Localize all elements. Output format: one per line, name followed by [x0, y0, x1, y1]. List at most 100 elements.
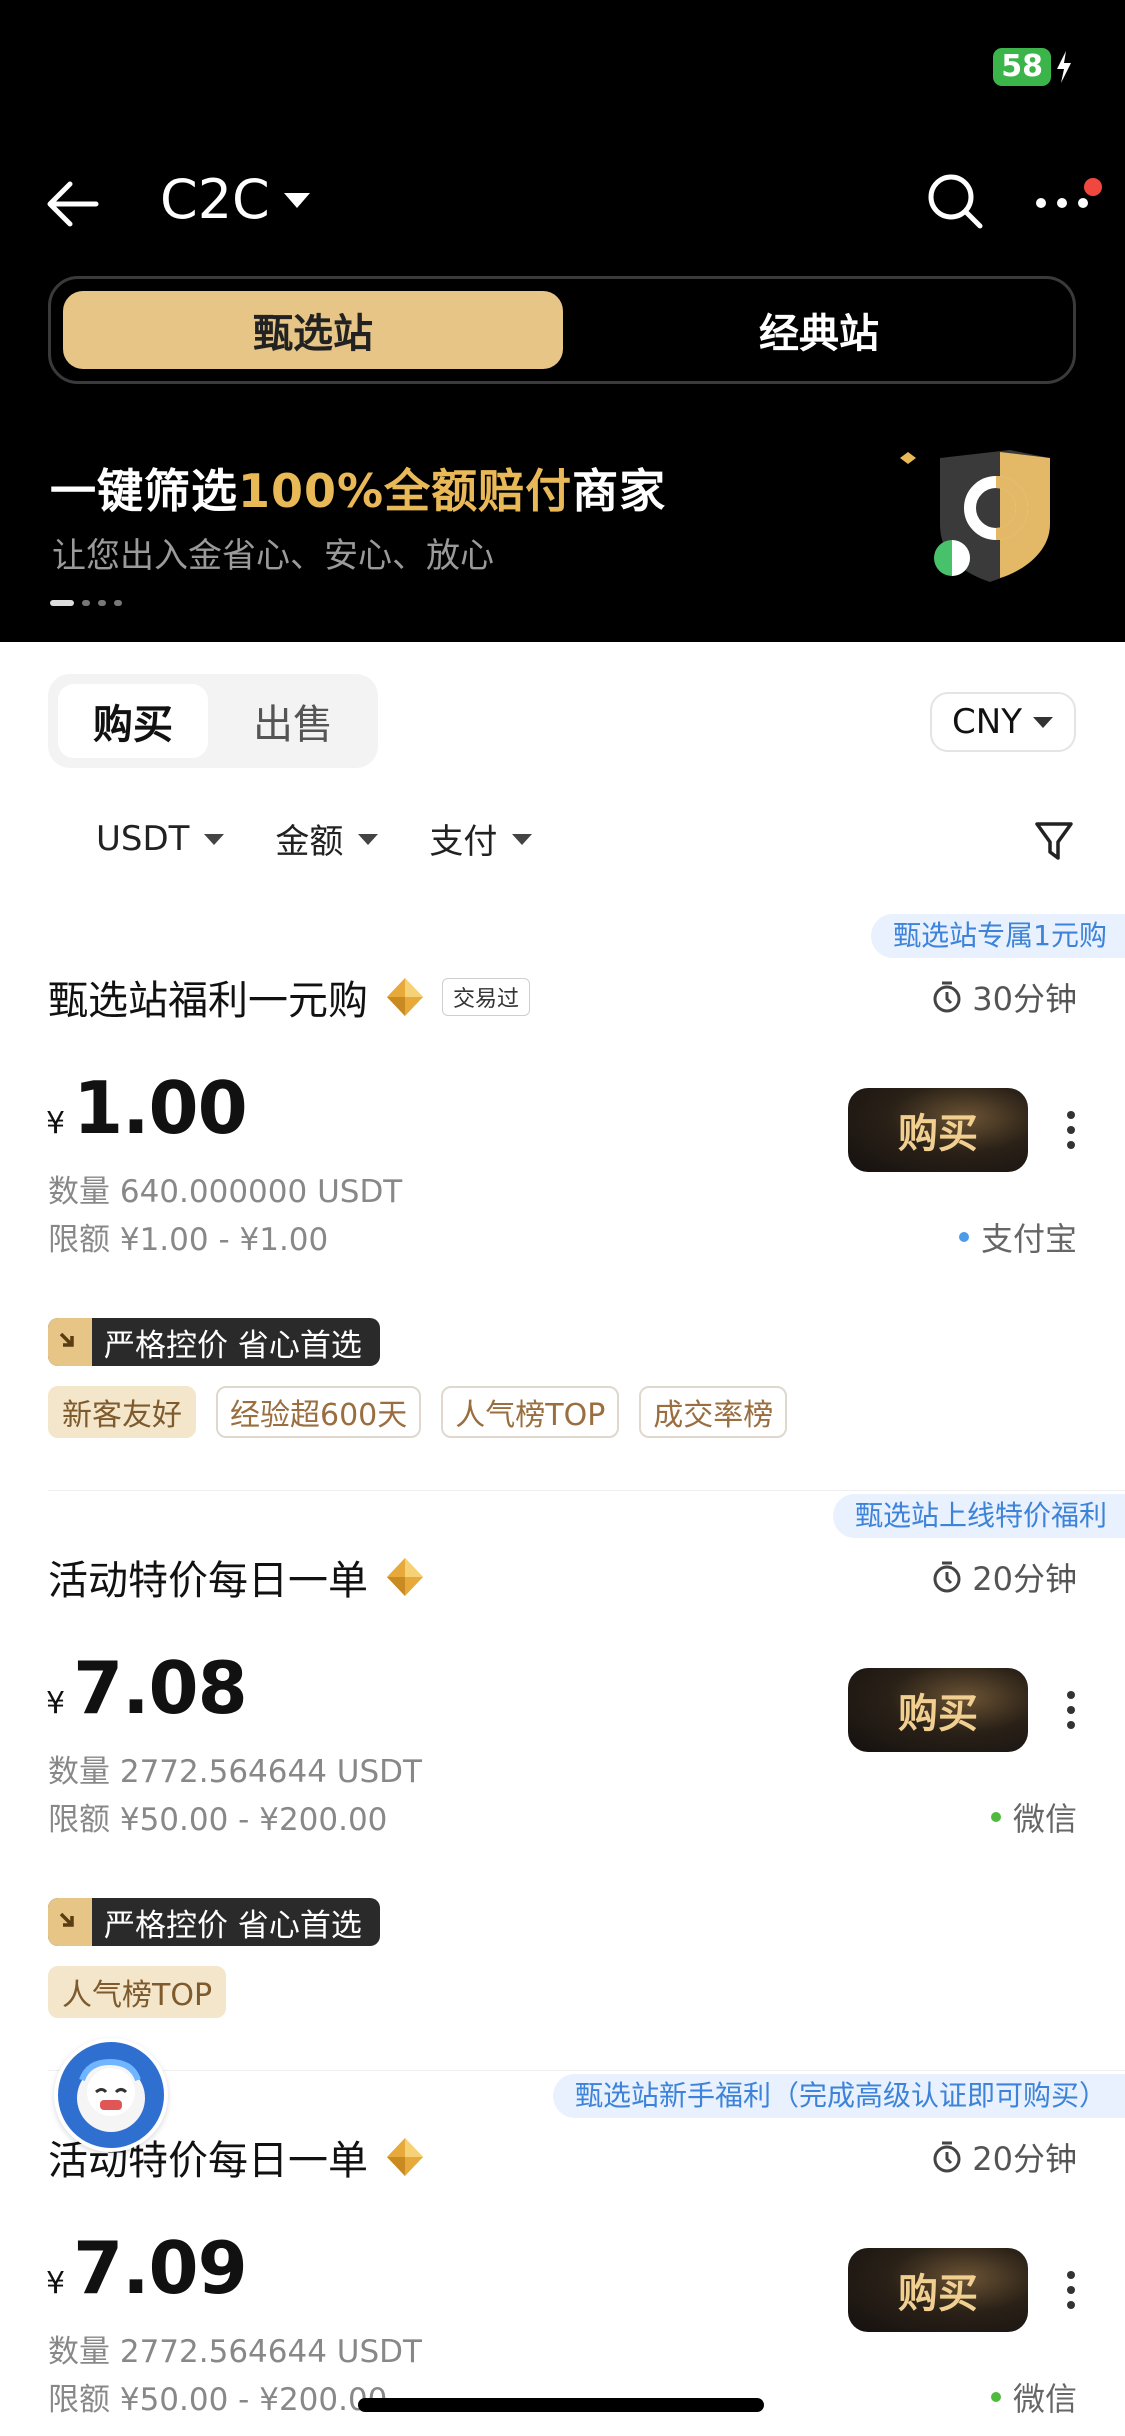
verified-diamond-icon: [387, 978, 423, 1016]
more-vertical-icon[interactable]: [1066, 2270, 1076, 2310]
order-limit: 限额 ¥50.00 - ¥200.00: [48, 2382, 388, 2418]
merchant-row[interactable]: 甄选站福利一元购 交易过: [48, 968, 531, 1026]
chevron-down-icon: [1032, 717, 1053, 728]
verified-diamond-icon: [387, 1558, 423, 1596]
tag: 经验超600天: [216, 1386, 422, 1438]
tag: 新客友好: [48, 1386, 196, 1438]
pagination-dot: [50, 600, 74, 606]
payment-dot: [990, 1812, 1001, 1822]
filter-payment[interactable]: 支付: [429, 814, 533, 863]
payment-dot: [958, 1232, 969, 1242]
pay-time-limit: 30分钟: [932, 974, 1077, 1020]
time-label: 20分钟: [972, 1560, 1077, 1598]
arrow-down-icon: [48, 1318, 92, 1366]
offer-card: 甄选站新手福利（完成高级认证即可购买） 活动特价每日一单 20分钟 ¥7.09 …: [0, 2074, 1125, 2436]
pagination-dot: [98, 600, 106, 606]
more-vertical-icon[interactable]: [1066, 1690, 1076, 1730]
filter-label: USDT: [96, 818, 190, 859]
shield-icon: [900, 450, 1050, 582]
strict-label: 严格控价 省心首选: [104, 1907, 362, 1944]
banner-subtitle: 让您出入金省心、安心、放心: [52, 536, 494, 576]
pay-time-limit: 20分钟: [932, 2134, 1077, 2180]
currency-symbol: ¥: [46, 1686, 66, 1721]
unit-price: ¥7.09: [46, 2226, 248, 2310]
price-value: 7.09: [73, 2226, 248, 2310]
filter-coin[interactable]: USDT: [96, 814, 225, 863]
merchant-tags: 人气榜TOP: [48, 1966, 227, 2018]
verified-diamond-icon: [387, 2138, 423, 2176]
station-switch: 甄选站 经典站: [48, 276, 1076, 384]
time-label: 30分钟: [972, 980, 1077, 1018]
banner-pagination: [50, 600, 122, 606]
battery-level: 58: [993, 48, 1051, 86]
filter-bar: USDT 金额 支付: [96, 814, 533, 863]
payment-method: 微信: [990, 2374, 1077, 2420]
nav-bar: C2C: [0, 168, 1125, 238]
banner-title-highlight: 100%全额赔付: [238, 464, 573, 518]
unit-price: ¥1.00: [46, 1066, 248, 1150]
payment-method: 微信: [990, 1794, 1077, 1840]
currency-symbol: ¥: [46, 2266, 66, 2301]
back-arrow-icon[interactable]: [44, 178, 100, 230]
currency-selector[interactable]: CNY: [930, 692, 1076, 752]
order-limit: 限额 ¥50.00 - ¥200.00: [48, 1802, 388, 1838]
available-quantity: 数量 2772.564644 USDT: [48, 2334, 422, 2370]
buy-button[interactable]: 购买: [848, 1668, 1028, 1752]
order-limit: 限额 ¥1.00 - ¥1.00: [48, 1222, 329, 1258]
buy-button[interactable]: 购买: [848, 1088, 1028, 1172]
banner-title-prefix: 一键筛选: [50, 464, 238, 518]
banner-title-suffix: 商家: [572, 464, 667, 518]
chevron-down-icon: [512, 833, 533, 845]
price-value: 7.08: [73, 1646, 248, 1730]
tab-buy[interactable]: 购买: [58, 684, 208, 758]
strict-price-badge: 严格控价 省心首选: [48, 1898, 380, 1946]
strict-price-badge: 严格控价 省心首选: [48, 1318, 380, 1366]
buy-button[interactable]: 购买: [848, 2248, 1028, 2332]
promo-badge: 甄选站上线特价福利: [832, 1494, 1125, 1538]
tab-sell[interactable]: 出售: [223, 684, 363, 758]
banner-title[interactable]: 一键筛选100%全额赔付商家: [50, 455, 666, 521]
merchant-tags: 新客友好 经验超600天 人气榜TOP 成交率榜: [48, 1386, 788, 1438]
currency-label: CNY: [952, 702, 1022, 742]
tag: 人气榜TOP: [48, 1966, 227, 2018]
tab-selected-station[interactable]: 甄选站: [63, 291, 563, 369]
pay-time-limit: 20分钟: [932, 1554, 1077, 1600]
offer-card: 甄选站专属1元购 甄选站福利一元购 交易过 30分钟 ¥1.00 数量 640.…: [0, 914, 1125, 1494]
search-icon[interactable]: [926, 172, 984, 230]
payment-method: 支付宝: [958, 1214, 1077, 1260]
filter-label: 支付: [429, 822, 498, 862]
filter-funnel-icon[interactable]: [1034, 820, 1074, 862]
promo-badge: 甄选站专属1元购: [871, 914, 1125, 958]
divider: [48, 1490, 1125, 1491]
filter-amount[interactable]: 金额: [275, 814, 379, 863]
tag: 成交率榜: [639, 1386, 788, 1438]
currency-symbol: ¥: [46, 1106, 66, 1141]
strict-label: 严格控价 省心首选: [104, 1327, 362, 1364]
filter-label: 金额: [275, 822, 344, 862]
chevron-down-icon: [283, 192, 310, 208]
timer-icon: [933, 2141, 961, 2173]
support-bot-icon: [77, 2058, 145, 2132]
support-avatar[interactable]: [54, 2038, 168, 2152]
pagination-dot: [114, 600, 122, 606]
battery-indicator: 58: [993, 48, 1073, 86]
available-quantity: 数量 2772.564644 USDT: [48, 1754, 422, 1790]
market-selector[interactable]: C2C: [160, 168, 312, 231]
arrow-down-icon: [48, 1898, 92, 1946]
offer-card: 甄选站上线特价福利 活动特价每日一单 20分钟 ¥7.08 数量 2772.56…: [0, 1494, 1125, 2074]
merchant-row[interactable]: 活动特价每日一单: [48, 1548, 424, 1606]
timer-icon: [933, 1561, 961, 1593]
traded-badge: 交易过: [442, 978, 531, 1016]
more-options-icon[interactable]: [1034, 194, 1090, 212]
chevron-down-icon: [204, 833, 225, 845]
tag: 人气榜TOP: [441, 1386, 620, 1438]
available-quantity: 数量 640.000000 USDT: [48, 1174, 403, 1210]
trade-type-switch: 购买 出售: [48, 674, 378, 768]
divider: [48, 2070, 1125, 2071]
tab-classic-station[interactable]: 经典站: [571, 291, 1067, 369]
payment-dot: [990, 2392, 1001, 2402]
more-vertical-icon[interactable]: [1066, 1110, 1076, 1150]
payment-label: 支付宝: [980, 1220, 1077, 1258]
timer-icon: [933, 981, 961, 1013]
payment-label: 微信: [1012, 2380, 1077, 2418]
